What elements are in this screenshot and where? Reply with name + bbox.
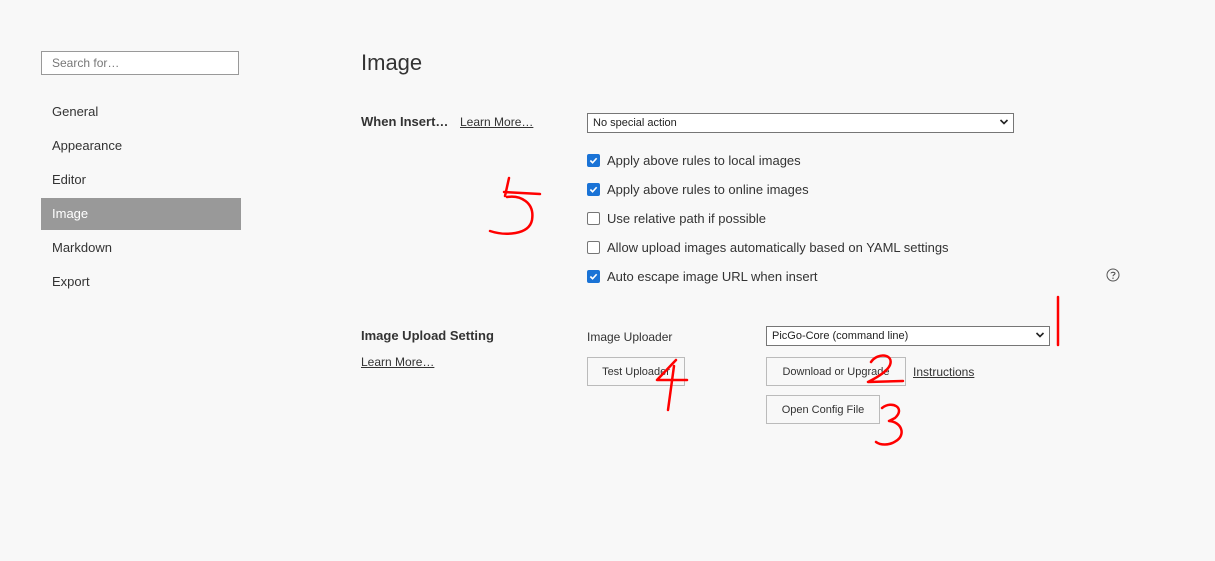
checkmark-icon — [589, 157, 598, 164]
checkmark-icon — [589, 186, 598, 193]
image-uploader-label: Image Uploader — [587, 330, 673, 344]
instructions-link[interactable]: Instructions — [913, 365, 974, 379]
when-insert-learn-more-link[interactable]: Learn More… — [460, 115, 533, 129]
option-label: Allow upload images automatically based … — [607, 239, 949, 255]
chevron-down-icon — [1035, 332, 1045, 338]
checkbox-checked[interactable] — [587, 153, 600, 167]
annotation-5 — [488, 176, 542, 235]
option-label: Apply above rules to online images — [607, 181, 809, 197]
option-auto-escape-url[interactable]: Auto escape image URL when insert — [587, 268, 818, 284]
sidebar-item-markdown[interactable]: Markdown — [41, 232, 241, 264]
search-input[interactable]: Search for… — [41, 51, 239, 75]
option-label: Use relative path if possible — [607, 210, 766, 226]
checkbox-unchecked[interactable] — [587, 211, 600, 225]
sidebar-item-appearance[interactable]: Appearance — [41, 130, 241, 162]
when-insert-select[interactable]: No special action — [587, 113, 1014, 133]
open-config-file-button[interactable]: Open Config File — [766, 395, 880, 424]
sidebar-item-image[interactable]: Image — [41, 198, 241, 230]
help-icon[interactable] — [1106, 268, 1120, 282]
chevron-down-icon — [999, 119, 1009, 125]
option-relative-path[interactable]: Use relative path if possible — [587, 210, 766, 226]
option-local-images[interactable]: Apply above rules to local images — [587, 152, 801, 168]
preferences-page: Search for… General Appearance Editor Im… — [0, 0, 1215, 561]
checkbox-checked[interactable] — [587, 269, 600, 283]
when-insert-select-value: No special action — [593, 117, 677, 129]
sidebar-item-editor[interactable]: Editor — [41, 164, 241, 196]
sidebar-item-general[interactable]: General — [41, 96, 241, 128]
sidebar-item-export[interactable]: Export — [41, 266, 241, 298]
option-label: Auto escape image URL when insert — [607, 268, 818, 284]
image-uploader-select-value: PicGo-Core (command line) — [772, 330, 909, 342]
checkbox-checked[interactable] — [587, 182, 600, 196]
sidebar-nav: General Appearance Editor Image Markdown… — [41, 96, 241, 300]
option-label: Apply above rules to local images — [607, 152, 801, 168]
upload-learn-more-link[interactable]: Learn More… — [361, 355, 434, 369]
option-online-images[interactable]: Apply above rules to online images — [587, 181, 809, 197]
download-upgrade-button[interactable]: Download or Upgrade — [766, 357, 906, 386]
page-title: Image — [361, 50, 423, 75]
option-auto-upload-yaml[interactable]: Allow upload images automatically based … — [587, 239, 949, 255]
test-uploader-button[interactable]: Test Uploader — [587, 357, 685, 386]
image-uploader-select[interactable]: PicGo-Core (command line) — [766, 326, 1050, 346]
checkbox-unchecked[interactable] — [587, 240, 600, 254]
when-insert-label: When Insert… — [361, 114, 449, 129]
checkmark-icon — [589, 273, 598, 280]
upload-setting-label: Image Upload Setting — [361, 328, 494, 343]
